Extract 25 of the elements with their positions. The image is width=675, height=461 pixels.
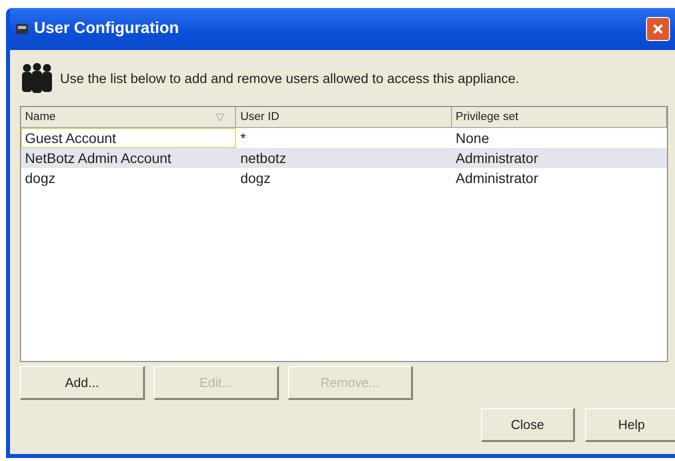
window-title: User Configuration bbox=[34, 20, 180, 38]
instruction-text: Use the list below to add and remove users allowed to access this appliance. bbox=[60, 70, 520, 86]
close-icon bbox=[651, 22, 665, 36]
table-row[interactable]: dogz dogz Administrator bbox=[21, 168, 667, 188]
table-cell-text: dogz bbox=[239, 169, 272, 188]
table-cell-text: NetBotz Admin Account bbox=[24, 149, 172, 168]
table-cell-text: None bbox=[454, 129, 490, 148]
sort-icon bbox=[215, 112, 226, 122]
users-icon bbox=[20, 62, 54, 94]
dialog-button[interactable]: Close bbox=[481, 408, 575, 442]
column-header[interactable]: Name bbox=[21, 107, 236, 127]
table-cell-text: dogz bbox=[24, 169, 56, 188]
table-row[interactable]: Guest Account * None bbox=[21, 128, 667, 148]
dialog-button[interactable]: Help bbox=[585, 408, 675, 442]
close-button[interactable] bbox=[646, 17, 670, 41]
column-header[interactable]: User ID bbox=[236, 107, 452, 127]
app-icon bbox=[16, 23, 28, 35]
list-button[interactable]: Add... bbox=[20, 366, 145, 400]
table-row[interactable]: NetBotz Admin Account netbotz Administrator bbox=[21, 148, 667, 168]
table-cell-text: Administrator bbox=[454, 149, 540, 168]
column-header[interactable]: Privilege set bbox=[452, 107, 667, 127]
table-cell-text: * bbox=[239, 129, 247, 148]
table-cell-text: Administrator bbox=[454, 169, 540, 188]
table-cell-text: netbotz bbox=[239, 149, 288, 168]
table-cell: Guest Account bbox=[21, 128, 236, 148]
